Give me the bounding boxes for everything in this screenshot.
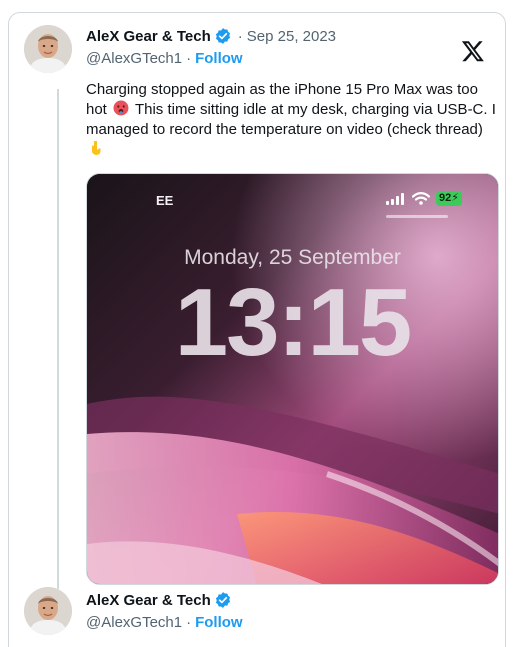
reply-avatar[interactable] bbox=[24, 587, 72, 635]
avatar[interactable] bbox=[24, 25, 72, 73]
lockscreen-date: Monday, 25 September bbox=[184, 246, 401, 269]
carrier-label: EE bbox=[156, 193, 174, 208]
tweet-media-image[interactable]: EE 92⚡ Monday, 25 September 13:15 bbox=[86, 173, 499, 585]
thread-connector-line bbox=[57, 89, 59, 589]
pointing-down-emoji-icon bbox=[92, 141, 101, 155]
status-underline bbox=[386, 215, 448, 218]
reply-handle-separator: · bbox=[186, 613, 192, 631]
lockscreen-wallpaper bbox=[87, 174, 498, 584]
reply-author-name[interactable]: AleX Gear & Tech bbox=[86, 592, 211, 609]
follow-button[interactable]: Follow bbox=[195, 50, 243, 67]
tweet-text: Charging stopped again as the iPhone 15 … bbox=[86, 80, 501, 160]
date-separator: · bbox=[237, 27, 243, 45]
lockscreen-time: 13:15 bbox=[174, 269, 413, 376]
author-name[interactable]: AleX Gear & Tech bbox=[86, 28, 211, 45]
battery-level: 92 bbox=[439, 192, 452, 204]
status-bar-icons: 92⚡ bbox=[386, 191, 462, 206]
wifi-icon bbox=[412, 192, 431, 205]
tweet-header: AleX Gear & Tech · Sep 25, 2023 @AlexGTe… bbox=[86, 25, 336, 69]
handle-separator: · bbox=[186, 49, 192, 67]
x-logo-icon[interactable] bbox=[461, 39, 485, 63]
verified-badge-icon bbox=[215, 592, 230, 608]
embedded-tweet-card[interactable]: AleX Gear & Tech · Sep 25, 2023 @AlexGTe… bbox=[8, 12, 506, 647]
battery-icon: 92⚡ bbox=[436, 191, 462, 206]
reply-header: AleX Gear & Tech @AlexGTech1 · Follow bbox=[86, 589, 243, 633]
tweet-text-part-2: This time sitting idle at my desk, charg… bbox=[86, 101, 496, 138]
hot-face-emoji-icon bbox=[113, 100, 129, 116]
tweet-date[interactable]: Sep 25, 2023 bbox=[247, 28, 336, 45]
reply-author-handle[interactable]: @AlexGTech1 bbox=[86, 614, 182, 631]
signal-icon bbox=[386, 192, 405, 205]
verified-badge-icon bbox=[215, 28, 230, 44]
author-handle[interactable]: @AlexGTech1 bbox=[86, 50, 182, 67]
reply-follow-button[interactable]: Follow bbox=[195, 614, 243, 631]
